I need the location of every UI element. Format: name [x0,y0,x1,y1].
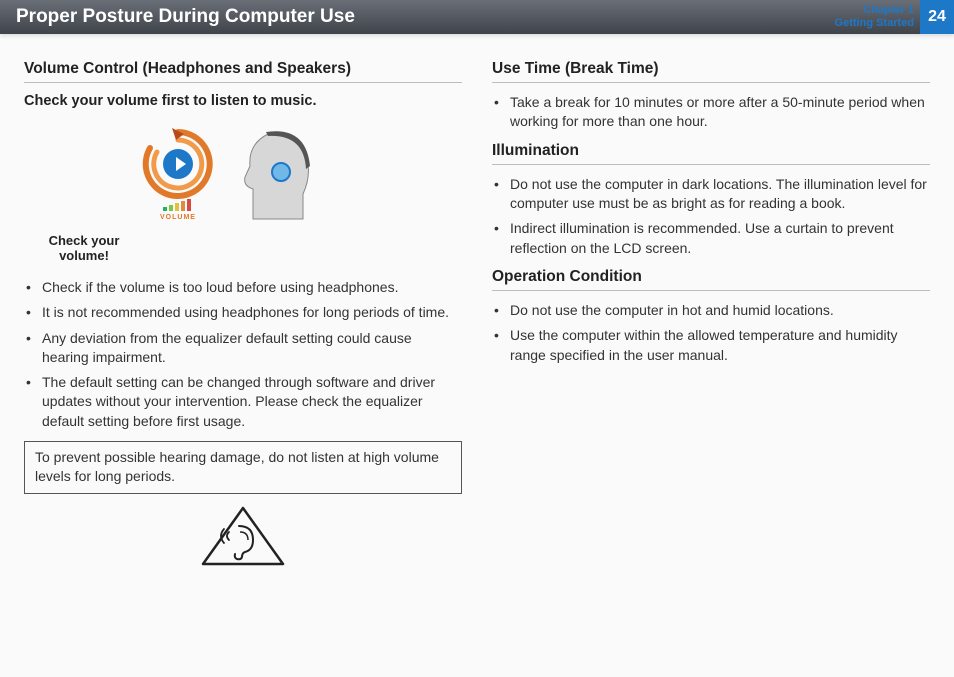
hearing-warning-symbol [24,502,462,575]
operation-bullets: Do not use the computer in hot and humid… [492,301,930,365]
list-item: It is not recommended using headphones f… [24,303,462,322]
page-header: Proper Posture During Computer Use Chapt… [0,0,954,34]
section-heading-illumination: Illumination [492,142,930,165]
list-item: Check if the volume is too loud before u… [24,278,462,297]
illumination-bullets: Do not use the computer in dark location… [492,175,930,258]
chapter-text: Chapter 1 Getting Started [835,4,914,29]
usetime-bullets: Take a break for 10 minutes or more afte… [492,93,930,132]
list-item: Indirect illumination is recommended. Us… [492,219,930,258]
list-item: Do not use the computer in dark location… [492,175,930,214]
chapter-block: Chapter 1 Getting Started 24 [835,0,954,34]
caption-line-1: Check your [49,233,120,248]
page-title: Proper Posture During Computer Use [16,6,355,28]
right-column: Use Time (Break Time) Take a break for 1… [492,60,930,575]
list-item: Use the computer within the allowed temp… [492,326,930,365]
sub-heading-volume: Check your volume first to listen to mus… [24,93,462,109]
section-heading-usetime: Use Time (Break Time) [492,60,930,83]
list-item: Do not use the computer in hot and humid… [492,301,930,320]
list-item: The default setting can be changed throu… [24,373,462,431]
chapter-subtitle: Getting Started [835,17,914,30]
content-area: Volume Control (Headphones and Speakers)… [0,34,954,585]
page-number-badge: 24 [920,0,954,34]
section-heading-volume: Volume Control (Headphones and Speakers) [24,60,462,83]
chapter-label: Chapter 1 [835,4,914,17]
volume-person-icon: VOLUME [128,119,358,229]
section-heading-operation: Operation Condition [492,268,930,291]
warning-box: To prevent possible hearing damage, do n… [24,441,462,494]
illustration-caption: Check your volume! [34,234,134,264]
volume-bullets: Check if the volume is too loud before u… [24,278,462,431]
ear-triangle-icon [193,502,293,572]
list-item: Take a break for 10 minutes or more afte… [492,93,930,132]
list-item: Any deviation from the equalizer default… [24,329,462,368]
volume-label: VOLUME [160,214,196,221]
left-column: Volume Control (Headphones and Speakers)… [24,60,462,575]
illustration-volume: VOLUME Check your volume! [24,119,462,264]
caption-line-2: volume! [59,248,109,263]
